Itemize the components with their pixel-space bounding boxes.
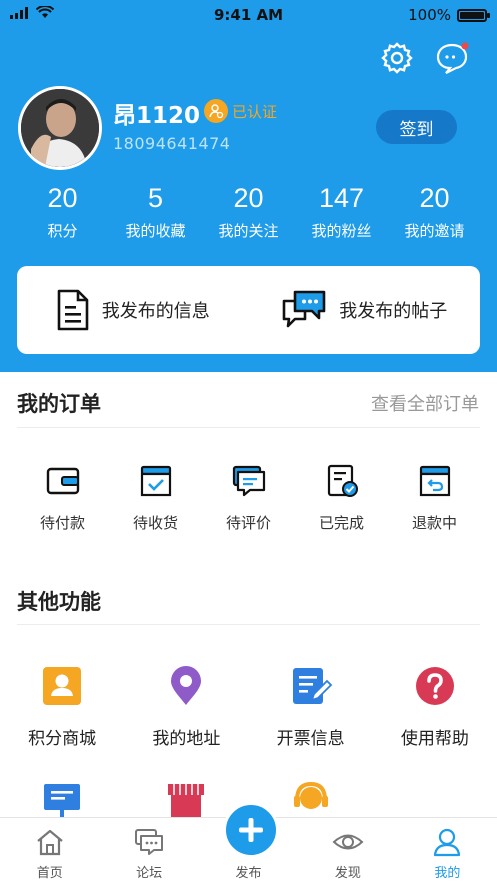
points-mall-button[interactable]: 积分商城 <box>0 664 124 749</box>
signin-button[interactable]: 签到 <box>376 110 457 144</box>
divider <box>17 624 480 625</box>
avatar-photo <box>21 89 99 167</box>
status-bar: 9:41 AM 100% <box>0 0 497 30</box>
divider <box>17 427 480 428</box>
stat-following[interactable]: 20 我的关注 <box>202 183 295 241</box>
document-icon <box>57 289 89 331</box>
stat-points[interactable]: 20 积分 <box>16 183 109 241</box>
order-status-row: 待付款 待收货 待评价 已完成 退款中 <box>16 463 481 533</box>
stat-label: 我的邀请 <box>404 222 465 240</box>
order-completed[interactable]: 已完成 <box>295 463 388 533</box>
username: 昂1120 <box>113 103 201 129</box>
monitor-icon <box>44 784 81 818</box>
publish-fab[interactable] <box>223 802 279 858</box>
order-pending-payment[interactable]: 待付款 <box>16 463 109 533</box>
function-label: 使用帮助 <box>400 729 469 749</box>
order-pending-review[interactable]: 待评价 <box>202 463 295 533</box>
function-label: 积分商城 <box>28 729 97 749</box>
tab-label: 发布 <box>235 866 262 881</box>
store-icon <box>168 784 205 818</box>
stat-value: 20 <box>47 183 78 213</box>
forum-icon <box>135 829 164 855</box>
order-label: 待收货 <box>132 514 178 532</box>
order-label: 待付款 <box>39 514 85 532</box>
stat-invites[interactable]: 20 我的邀请 <box>388 183 481 241</box>
verified-label: 已认证 <box>232 102 278 121</box>
invoice-edit-icon <box>292 668 332 704</box>
functions-row: 积分商城 我的地址 开票信息 使用帮助 <box>0 664 497 749</box>
verified-user-icon <box>204 99 228 123</box>
chat-bubbles-icon <box>282 290 326 328</box>
tab-label: 我的 <box>434 866 461 881</box>
orders-title: 我的订单 <box>17 392 101 416</box>
my-info-button[interactable]: 我发布的信息 <box>17 288 249 332</box>
tab-label: 首页 <box>36 866 63 881</box>
customer-service-icon <box>293 781 328 809</box>
plus-icon <box>239 818 263 842</box>
stat-favorites[interactable]: 5 我的收藏 <box>109 183 202 241</box>
tab-label: 论坛 <box>136 866 163 881</box>
stat-label: 我的关注 <box>218 222 279 240</box>
function-label: 我的地址 <box>152 729 221 749</box>
location-pin-icon <box>171 666 202 705</box>
battery-percent: 100% <box>408 6 451 24</box>
box-check-icon <box>140 465 171 497</box>
stat-value: 5 <box>147 183 164 213</box>
function-item-monitor[interactable] <box>0 778 124 822</box>
gear-icon[interactable] <box>379 40 415 76</box>
my-posts-button[interactable]: 我发布的帖子 <box>249 289 481 331</box>
tab-mine[interactable]: 我的 <box>398 818 497 883</box>
stat-value: 20 <box>233 183 264 213</box>
tab-forum[interactable]: 论坛 <box>99 818 198 883</box>
help-icon <box>415 667 454 705</box>
battery-icon <box>457 8 490 22</box>
stat-label: 我的粉丝 <box>311 222 372 240</box>
wallet-icon <box>46 467 79 495</box>
box-return-icon <box>419 465 450 497</box>
my-posts-label: 我发布的帖子 <box>339 301 448 322</box>
help-button[interactable]: 使用帮助 <box>373 664 497 749</box>
order-label: 退款中 <box>411 514 457 532</box>
tab-label: 发现 <box>334 866 361 881</box>
user-icon <box>434 828 461 857</box>
status-battery: 100% <box>408 6 490 24</box>
eye-icon <box>332 834 364 850</box>
stat-followers[interactable]: 147 我的粉丝 <box>295 183 388 241</box>
verified-badge: 已认证 <box>204 99 277 123</box>
function-item-empty <box>373 778 497 822</box>
view-all-orders-link[interactable]: 查看全部订单 <box>371 390 479 416</box>
order-label: 已完成 <box>318 514 364 532</box>
publish-card: 我发布的信息 我发布的帖子 <box>17 266 480 354</box>
stat-label: 我的收藏 <box>125 222 186 240</box>
my-address-button[interactable]: 我的地址 <box>124 664 248 749</box>
home-icon <box>36 829 63 856</box>
stats-row: 20 积分 5 我的收藏 20 我的关注 147 我的粉丝 20 我的邀请 <box>16 183 481 241</box>
profile-header: 9:41 AM 100% 昂1120 已认证 18094641474 签到 20… <box>0 0 497 372</box>
function-label: 开票信息 <box>276 729 345 749</box>
tab-home[interactable]: 首页 <box>0 818 99 883</box>
phone-number: 18094641474 <box>113 134 231 153</box>
my-info-label: 我发布的信息 <box>101 301 210 322</box>
message-icon[interactable] <box>434 40 470 76</box>
stat-value: 147 <box>318 183 365 213</box>
comment-icon <box>232 465 265 497</box>
order-pending-receipt[interactable]: 待收货 <box>109 463 202 533</box>
order-refunding[interactable]: 退款中 <box>388 463 481 533</box>
stat-label: 积分 <box>47 222 78 240</box>
stat-value: 20 <box>419 183 450 213</box>
avatar[interactable] <box>18 86 102 170</box>
order-label: 待评价 <box>225 514 271 532</box>
tab-discover[interactable]: 发现 <box>298 818 397 883</box>
invoice-info-button[interactable]: 开票信息 <box>249 664 373 749</box>
functions-title: 其他功能 <box>17 590 101 614</box>
contact-card-icon <box>43 667 82 705</box>
document-check-icon <box>327 464 358 497</box>
